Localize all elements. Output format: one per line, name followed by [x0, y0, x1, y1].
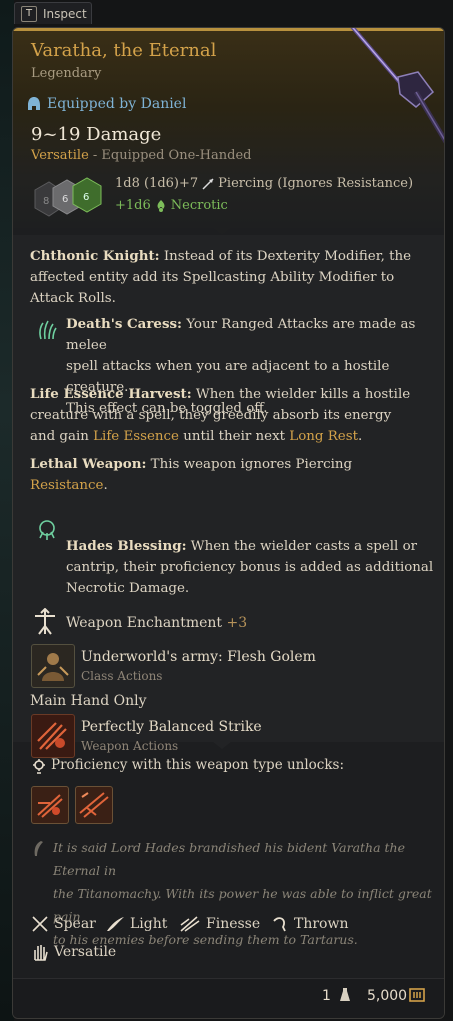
- tooltip-header: Varatha, the Eternal Legendary Equipped …: [13, 28, 444, 228]
- piercing-icon: [202, 177, 214, 190]
- passive-life-essence-harvest: Life Essence Harvest: When the wielder k…: [30, 386, 411, 444]
- action-flesh-golem-name[interactable]: Underworld's army: Flesh Golem: [81, 649, 316, 665]
- life-essence-link[interactable]: Life Essence: [93, 429, 179, 444]
- equip-mode-row: Versatile - Equipped One-Handed: [31, 148, 251, 163]
- property-versatile: Versatile: [31, 942, 116, 962]
- proficiency-label: Proficiency with this weapon type unlock…: [51, 757, 345, 773]
- damage-range: 9~19 Damage: [31, 124, 162, 145]
- weight-icon: [340, 988, 350, 1001]
- thrown-icon: [273, 917, 286, 932]
- helmet-icon: [28, 97, 40, 110]
- action-balanced-strike-name[interactable]: Perfectly Balanced Strike: [81, 719, 262, 735]
- lore-quill-icon: [34, 841, 43, 856]
- weapon-enchantment-row: Weapon Enchantment +3: [66, 613, 247, 634]
- damage-formula: 1d8 (1d6)+7: [115, 176, 199, 191]
- section-divider-2: [213, 742, 231, 749]
- hades-blessing-icon: [39, 520, 55, 540]
- action-balanced-strike-category: Weapon Actions: [81, 739, 179, 753]
- damage-formula-row: 1d8 (1d6)+7 Piercing (Ignores Resistance…: [115, 176, 413, 191]
- property-finesse: Finesse: [179, 915, 260, 933]
- action-flesh-golem-icon[interactable]: [31, 644, 75, 688]
- item-rarity: Legendary: [31, 66, 102, 81]
- dice-value-1: 8: [43, 196, 49, 207]
- passive-hades-blessing: Hades Blessing: When the wielder casts a…: [66, 538, 434, 596]
- equipped-by-label: Equipped by Daniel: [47, 96, 187, 112]
- lore-text: It is said Lord Hades brandished his bid…: [53, 840, 432, 947]
- gold-coin-icon: [409, 988, 425, 1002]
- enchantment-value: +3: [226, 615, 248, 631]
- passive-chthonic-knight: Chthonic Knight: Instead of its Dexterit…: [30, 248, 412, 306]
- resistance-link[interactable]: Resistance: [30, 478, 103, 493]
- property-thrown: Thrown: [271, 915, 348, 933]
- action-balanced-strike-icon[interactable]: [31, 714, 75, 758]
- necrotic-icon: [157, 199, 165, 212]
- section-divider: [213, 228, 231, 235]
- bonus-damage-type: Necrotic: [170, 198, 228, 213]
- passive-lethal-weapon: Lethal Weapon: This weapon ignores Pierc…: [30, 456, 353, 493]
- item-tooltip-panel: Varatha, the Eternal Legendary Equipped …: [12, 27, 445, 1019]
- proficiency-action-1-icon[interactable]: [31, 786, 69, 824]
- proficiency-icon: [33, 759, 45, 774]
- passives-section: Chthonic Knight: Instead of its Dexterit…: [13, 235, 444, 758]
- keybind-t-icon: T: [21, 5, 37, 22]
- passive-name: Chthonic Knight:: [30, 248, 160, 264]
- proficiency-action-2-icon[interactable]: [75, 786, 113, 824]
- action-flesh-golem-category: Class Actions: [81, 669, 163, 683]
- versatile-hand-icon: [34, 945, 48, 961]
- bonus-damage: +1d6: [115, 198, 151, 213]
- main-hand-only: Main Hand Only: [30, 693, 147, 709]
- versatile-label: Versatile: [31, 148, 89, 163]
- equip-mode-label: - Equipped One-Handed: [88, 148, 252, 163]
- damage-type: Piercing (Ignores Resistance): [218, 176, 414, 191]
- property-spear: Spear: [31, 915, 96, 933]
- spear-icon: [32, 916, 48, 932]
- equipped-by-row: Equipped by Daniel: [27, 96, 186, 112]
- gold-value: 5,000: [367, 988, 408, 1004]
- inspect-label: Inspect: [43, 6, 87, 21]
- dice-value-2: 6: [62, 194, 68, 205]
- item-name: Varatha, the Eternal: [31, 40, 217, 61]
- enchantment-label: Weapon Enchantment: [66, 615, 223, 631]
- finesse-icon: [180, 916, 200, 932]
- property-light: Light: [105, 915, 167, 933]
- long-rest-link[interactable]: Long Rest: [289, 429, 358, 444]
- inspect-tab[interactable]: T Inspect: [14, 2, 92, 24]
- light-feather-icon: [107, 917, 124, 931]
- dice-icon: 8 6 6: [34, 177, 102, 217]
- deaths-caress-icon: [39, 320, 57, 340]
- bonus-damage-row: +1d6 Necrotic: [115, 198, 228, 213]
- spear-weapon-icon: [350, 28, 444, 144]
- dice-value-3: 6: [83, 192, 89, 203]
- weight-value: 1: [322, 988, 331, 1004]
- weapon-enchantment-icon: [35, 608, 55, 635]
